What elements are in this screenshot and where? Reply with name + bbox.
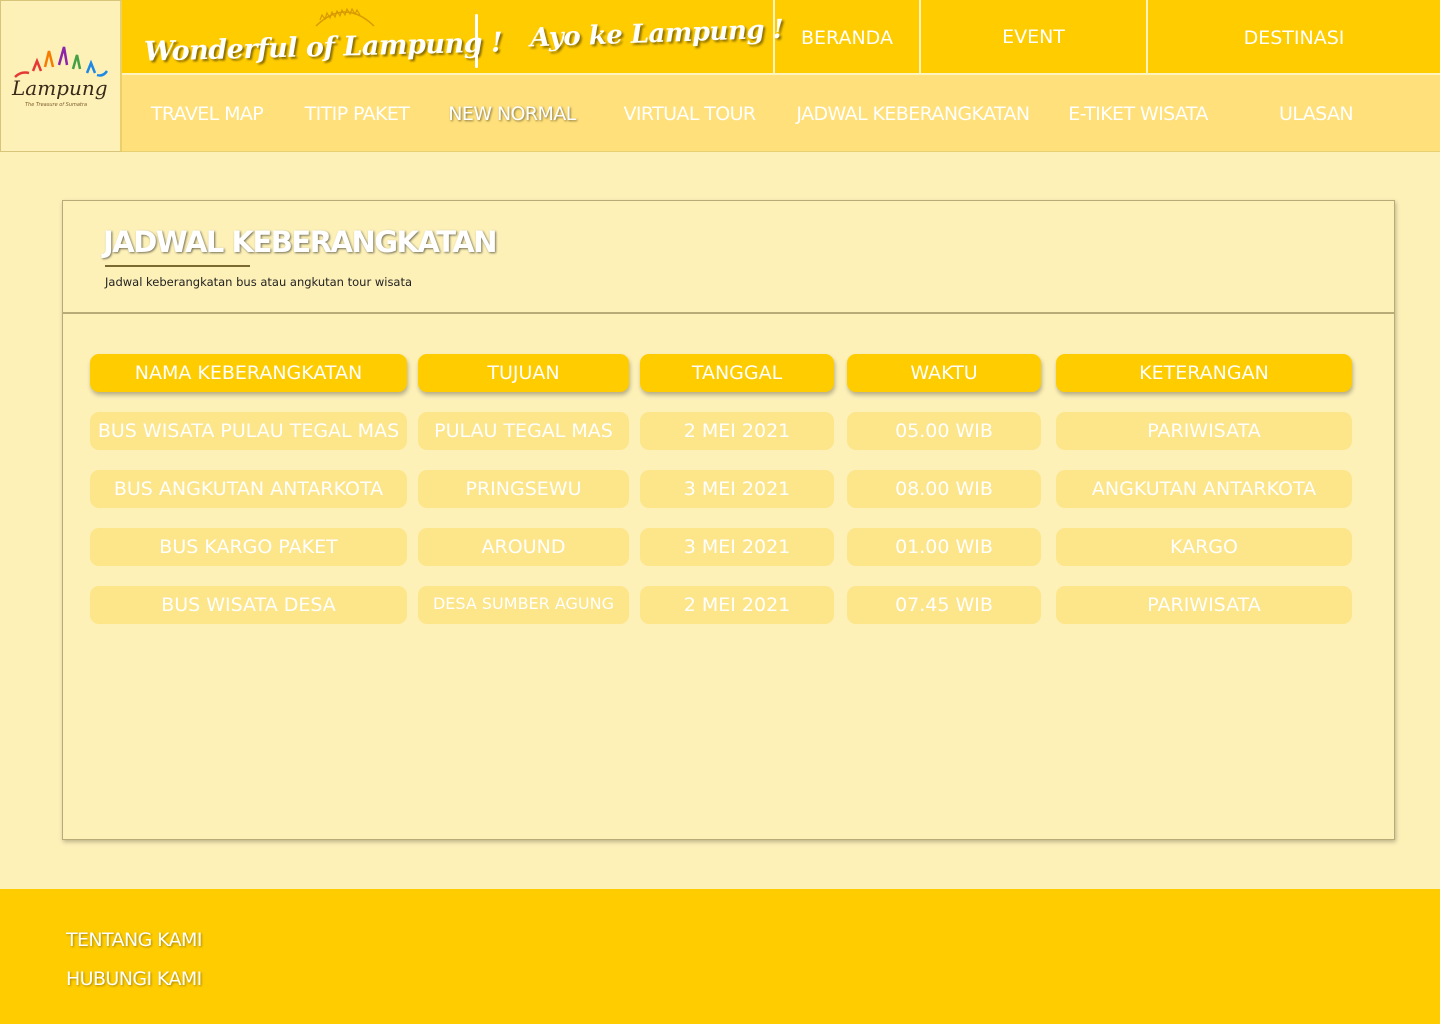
subnav-jadwal-keberangkatan[interactable]: JADWAL KEBERANGKATAN xyxy=(788,75,1038,152)
table-cell: ANGKUTAN ANTARKOTA xyxy=(1056,470,1352,508)
page-title: JADWAL KEBERANGKATAN xyxy=(103,225,497,259)
nav-event[interactable]: EVENT xyxy=(919,0,1146,75)
subnav-ulasan[interactable]: ULASAN xyxy=(1252,75,1380,152)
card-header: JADWAL KEBERANGKATAN Jadwal keberangkata… xyxy=(63,201,1394,314)
table-cell: PARIWISATA xyxy=(1056,586,1352,624)
subnav-new-normal[interactable]: NEW NORMAL xyxy=(436,75,588,152)
column-header-tanggal: TANGGAL xyxy=(640,354,834,392)
nav-beranda[interactable]: BERANDA xyxy=(773,0,919,75)
lampung-logo-icon: Lampung The Treasure of Sumatra xyxy=(11,46,109,108)
schedule-card: JADWAL KEBERANGKATAN Jadwal keberangkata… xyxy=(62,200,1395,840)
footer-link-hubungi-kami[interactable]: HUBUNGI KAMI xyxy=(66,968,202,990)
subnav-virtual-tour[interactable]: VIRTUAL TOUR xyxy=(612,75,767,152)
top-bar: Wonderful of Lampung ! Ayo ke Lampung ! … xyxy=(122,0,1440,75)
table-cell: 01.00 WIB xyxy=(847,528,1041,566)
logo-wordmark: Lampung xyxy=(11,76,108,100)
slogan-divider xyxy=(475,14,478,68)
table-cell: 07.45 WIB xyxy=(847,586,1041,624)
table-cell: AROUND xyxy=(418,528,629,566)
table-cell: PARIWISATA xyxy=(1056,412,1352,450)
table-cell: 3 MEI 2021 xyxy=(640,470,834,508)
subnav-e-tiket-wisata[interactable]: E-TIKET WISATA xyxy=(1062,75,1214,152)
logo[interactable]: Lampung The Treasure of Sumatra xyxy=(0,0,122,152)
table-cell: 08.00 WIB xyxy=(847,470,1041,508)
title-underline xyxy=(105,265,250,267)
table-cell: BUS ANGKUTAN ANTARKOTA xyxy=(90,470,407,508)
nav-destinasi[interactable]: DESTINASI xyxy=(1146,0,1440,75)
table-cell: KARGO xyxy=(1056,528,1352,566)
table-cell: PULAU TEGAL MAS xyxy=(418,412,629,450)
table-cell: 3 MEI 2021 xyxy=(640,528,834,566)
table-cell: BUS WISATA PULAU TEGAL MAS xyxy=(90,412,407,450)
page-subtitle: Jadwal keberangkatan bus atau angkutan t… xyxy=(105,275,413,289)
table-cell: BUS KARGO PAKET xyxy=(90,528,407,566)
column-header-waktu: WAKTU xyxy=(847,354,1041,392)
sub-nav: TRAVEL MAP TITIP PAKET NEW NORMAL VIRTUA… xyxy=(122,75,1440,152)
subnav-travel-map[interactable]: TRAVEL MAP xyxy=(136,75,278,152)
table-cell: 2 MEI 2021 xyxy=(640,586,834,624)
table-cell: DESA SUMBER AGUNG xyxy=(418,586,629,624)
table-cell: 05.00 WIB xyxy=(847,412,1041,450)
slogan-ayo: Ayo ke Lampung ! xyxy=(529,14,784,53)
column-header-keterangan: KETERANGAN xyxy=(1056,354,1352,392)
footer: TENTANG KAMI HUBUNGI KAMI xyxy=(0,889,1440,1024)
footer-link-tentang-kami[interactable]: TENTANG KAMI xyxy=(66,929,202,951)
table-cell: PRINGSEWU xyxy=(418,470,629,508)
column-header-nama: NAMA KEBERANGKATAN xyxy=(90,354,407,392)
subnav-titip-paket[interactable]: TITIP PAKET xyxy=(292,75,422,152)
logo-tagline: The Treasure of Sumatra xyxy=(25,102,87,108)
column-header-tujuan: TUJUAN xyxy=(418,354,629,392)
table-cell: 2 MEI 2021 xyxy=(640,412,834,450)
table-cell: BUS WISATA DESA xyxy=(90,586,407,624)
